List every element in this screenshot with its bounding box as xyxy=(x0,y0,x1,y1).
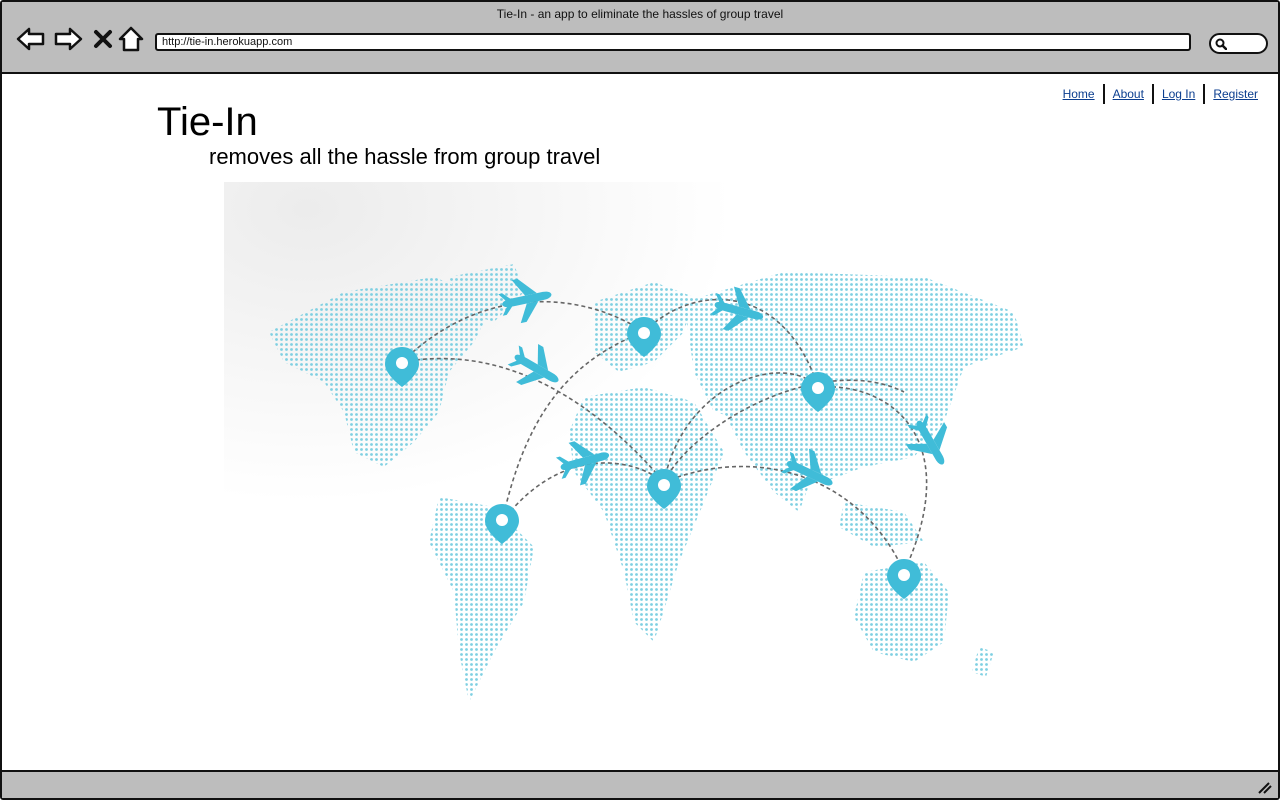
site-title: Tie-In xyxy=(157,100,258,144)
forward-button[interactable] xyxy=(53,24,83,54)
top-navigation: Home About Log In Register xyxy=(1055,84,1266,104)
world-map-flights-icon xyxy=(269,264,1024,702)
forward-arrow-icon xyxy=(54,27,83,51)
address-bar[interactable]: http://tie-in.herokuapp.com xyxy=(155,33,1191,51)
window-title: Tie-In - an app to eliminate the hassles… xyxy=(496,7,784,21)
address-text: http://tie-in.herokuapp.com xyxy=(162,36,293,48)
search-icon xyxy=(1215,38,1227,50)
browser-search-input[interactable] xyxy=(1209,33,1268,54)
home-button[interactable] xyxy=(116,24,146,54)
nav-home-link[interactable]: Home xyxy=(1055,84,1103,104)
home-icon xyxy=(118,26,144,52)
close-x-icon xyxy=(94,30,112,48)
status-bar xyxy=(2,770,1278,798)
site-tagline: removes all the hassle from group travel xyxy=(209,144,601,169)
browser-toolbar: Tie-In - an app to eliminate the hassles… xyxy=(2,2,1278,74)
nav-register-link[interactable]: Register xyxy=(1203,84,1266,104)
nav-login-link[interactable]: Log In xyxy=(1151,84,1203,104)
page-content: Home About Log In Register Tie-In remove… xyxy=(2,74,1278,774)
hero-image xyxy=(224,182,1057,727)
back-arrow-icon xyxy=(16,27,45,51)
resize-grip-icon[interactable] xyxy=(1256,780,1272,794)
browser-window: Tie-In - an app to eliminate the hassles… xyxy=(0,0,1280,800)
stop-button[interactable] xyxy=(88,24,118,54)
nav-about-link[interactable]: About xyxy=(1102,84,1152,104)
back-button[interactable] xyxy=(16,24,46,54)
